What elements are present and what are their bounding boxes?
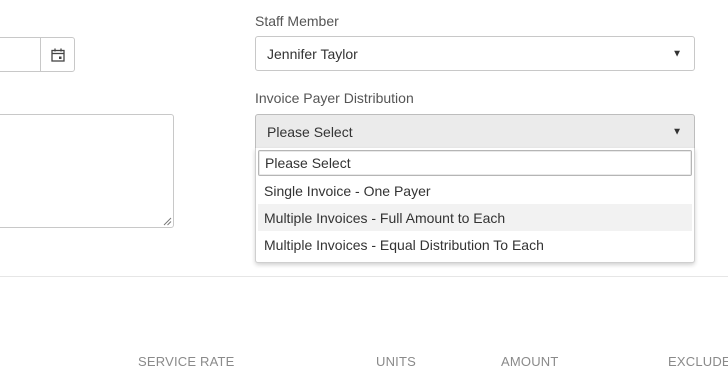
dropdown-option-multiple-equal-distribution[interactable]: Multiple Invoices - Equal Distribution T… [258, 231, 692, 258]
column-header-service-rate: SERVICE RATE [138, 354, 235, 369]
calendar-button[interactable] [40, 37, 75, 72]
column-header-exclude: EXCLUDE [668, 354, 728, 369]
staff-member-label: Staff Member [255, 13, 339, 29]
caret-down-icon: ▼ [672, 126, 682, 137]
invoice-payer-distribution-select[interactable]: Please Select ▼ [255, 114, 695, 149]
notes-textarea[interactable] [0, 114, 174, 228]
column-header-units: UNITS [376, 354, 416, 369]
dropdown-option-single-invoice[interactable]: Single Invoice - One Payer [258, 177, 692, 204]
calendar-icon [51, 48, 65, 62]
column-header-amount: AMOUNT [501, 354, 559, 369]
staff-member-value: Jennifer Taylor [267, 45, 358, 62]
resize-grip-icon[interactable] [163, 217, 172, 226]
caret-down-icon: ▼ [672, 48, 682, 59]
section-divider [0, 276, 728, 277]
invoice-payer-distribution-dropdown: Please Select Single Invoice - One Payer… [255, 148, 695, 263]
invoice-payer-distribution-value: Please Select [267, 123, 353, 140]
dropdown-option-multiple-full-amount[interactable]: Multiple Invoices - Full Amount to Each [258, 204, 692, 231]
staff-member-select[interactable]: Jennifer Taylor ▼ [255, 36, 695, 71]
dropdown-option-please-select[interactable]: Please Select [258, 150, 692, 176]
invoice-payer-distribution-label: Invoice Payer Distribution [255, 90, 414, 106]
